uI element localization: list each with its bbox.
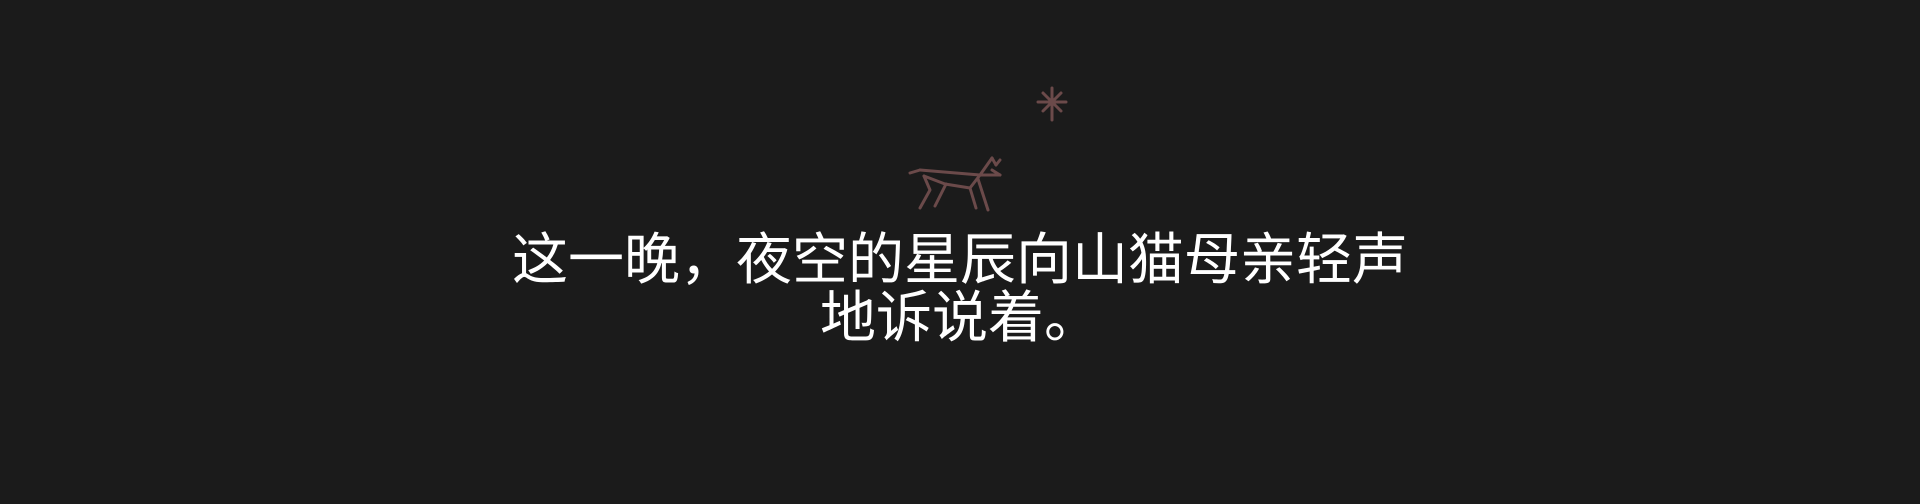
lynx-line-icon — [908, 156, 1002, 212]
caption-line-2: 地诉说着。 — [820, 286, 1100, 351]
caption-line-1: 这一晚，夜空的星辰向山猫母亲轻声 — [512, 228, 1408, 293]
story-screen: 这一晚，夜空的星辰向山猫母亲轻声 地诉说着。 — [0, 0, 1920, 504]
story-caption: 这一晚，夜空的星辰向山猫母亲轻声 地诉说着。 — [0, 232, 1920, 348]
sparkle-star-icon — [1036, 86, 1068, 122]
night-illustration — [908, 86, 1068, 212]
